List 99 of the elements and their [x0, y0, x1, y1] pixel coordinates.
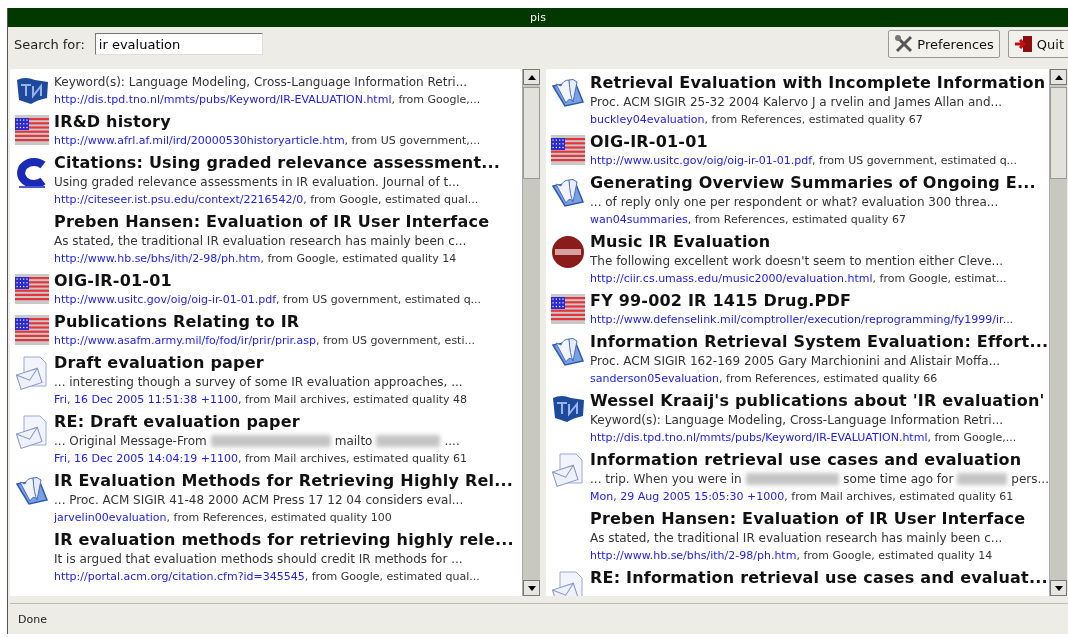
book-icon: [551, 76, 585, 110]
mail-icon: [16, 356, 48, 390]
result-link[interactable]: http://www.defenselink.mil/comptroller/execution/reprogramming/fy1999/ir...: [590, 313, 1014, 326]
result-title[interactable]: IR&D history: [54, 112, 481, 132]
result-snippet: pers...: [1011, 471, 1049, 488]
result-snippet: Keyword(s): Language Modeling, Cross-Language Information Retri...: [590, 412, 1004, 429]
result-source: http://www.afrl.af.mil/ird/20000530historyarticle.htm, from US government,...: [54, 133, 481, 149]
blurred-text: [957, 473, 1008, 485]
result-source: wan04summaries, from References, estimated quality 67: [590, 212, 907, 228]
result-source: http://citeseer.ist.psu.edu/context/2216542/0, from Google, estimated qual...: [54, 192, 480, 208]
scroll-down-icon[interactable]: [1054, 585, 1063, 591]
exit-icon: [1013, 34, 1034, 54]
mail-icon: [552, 571, 584, 596]
flag-icon: [15, 315, 49, 345]
scrollbar-thumb[interactable]: [1050, 87, 1067, 179]
result-title[interactable]: Preben Hansen: Evaluation of IR User Interface: [590, 509, 1026, 529]
flag-icon: [551, 294, 585, 324]
result-link[interactable]: http://www.usitc.gov/oig/oig-ir-01-01.pdf: [54, 293, 277, 306]
result-source: jarvelin00evaluation, from References, estimated quality 100: [54, 510, 393, 526]
result-link[interactable]: http://portal.acm.org/citation.cfm?id=345545: [54, 570, 305, 583]
search-field[interactable]: ir evaluation: [94, 33, 263, 55]
result-source: http://dis.tpd.tno.nl/mmts/pubs/Keyword/IR-EVALUATION.html, from Google,...: [54, 92, 481, 108]
preferences-button[interactable]: Preferences: [888, 30, 1000, 58]
result-link[interactable]: sanderson05evaluation: [590, 372, 719, 385]
quit-button[interactable]: Quit: [1007, 30, 1068, 58]
result-title[interactable]: Wessel Kraaij's publications about 'IR evaluation': [590, 391, 1045, 411]
result-link[interactable]: jarvelin00evaluation: [54, 511, 167, 524]
flag-icon: [551, 135, 585, 165]
result-source: http://www.usitc.gov/oig/oig-ir-01-01.pdf, from US government, estimated q...: [590, 153, 1018, 169]
result-title[interactable]: Draft evaluation paper: [54, 353, 468, 373]
result-link[interactable]: Fri, 16 Dec 2005 14:04:19 +1100: [54, 452, 238, 465]
result-link[interactable]: Fri, 16 Dec 2005 11:51:38 +1100: [54, 393, 238, 406]
result-title[interactable]: Music IR Evaluation: [590, 232, 1007, 252]
scroll-up-icon[interactable]: [527, 74, 536, 80]
result-snippet: ... of reply only one per respondent or what? evaluation 300 threa...: [590, 194, 999, 211]
result-snippet: The following excellent work doesn't seem to mention either Cleve...: [590, 253, 1004, 270]
scroll-up-icon[interactable]: [1054, 74, 1063, 80]
result-source: Fri, 16 Dec 2005 14:04:19 +1100, from Mail archives, estimated quality 61: [54, 451, 468, 467]
result-snippet: It is argued that evaluation methods should credit IR methods for ...: [54, 551, 463, 568]
result-snippet: ... trip. When you were in: [590, 471, 742, 488]
result-snippet: ... Proc. ACM SIGIR 41-48 2000 ACM Press 17 12 04 considers eval...: [54, 492, 464, 509]
result-link[interactable]: http://www.afrl.af.mil/ird/20000530historyarticle.htm: [54, 134, 345, 147]
book-icon: [15, 474, 49, 508]
result-link[interactable]: wan04summaries: [590, 213, 688, 226]
result-title[interactable]: Information Retrieval System Evaluation: Effort...: [590, 332, 1049, 352]
result-link[interactable]: http://ciir.cs.umass.edu/music2000/evaluation.html: [590, 272, 873, 285]
tools-icon: [894, 34, 915, 54]
result-snippet: ....: [444, 433, 460, 450]
result-title[interactable]: Publications Relating to IR: [54, 312, 475, 332]
result-source: Fri, 16 Dec 2005 11:51:38 +1100, from Mail archives, estimated quality 48: [54, 392, 468, 408]
mail-icon: [552, 453, 584, 487]
result-title[interactable]: OIG-IR-01-01: [54, 271, 482, 291]
result-source: http://www.hb.se/bhs/ith/2-98/ph.htm, from Google, estimated quality 14: [54, 251, 458, 267]
result-source: http://portal.acm.org/citation.cfm?id=345545, from Google, estimated qual...: [54, 569, 481, 585]
result-link[interactable]: http://www.usitc.gov/oig/oig-ir-01-01.pdf: [590, 154, 813, 167]
result-snippet: Proc. ACM SIGIR 25-32 2004 Kalervo J a rvelin and James Allan and...: [590, 94, 1003, 111]
result-title[interactable]: Generating Overview Summaries of Ongoing E...: [590, 173, 1036, 193]
result-source: http://www.asafm.army.mil/fo/fod/ir/prir/prir.asp, from US government, esti...: [54, 333, 475, 349]
result-title[interactable]: Retrieval Evaluation with Incomplete Information: [590, 73, 1046, 93]
result-link[interactable]: buckley04evaluation: [590, 113, 705, 126]
result-title[interactable]: RE: Information retrieval use cases and evaluat...: [590, 568, 1048, 588]
result-source: http://www.hb.se/bhs/ith/2-98/ph.htm, from Google, estimated quality 14: [590, 548, 994, 564]
result-title[interactable]: Preben Hansen: Evaluation of IR User Interface: [54, 212, 490, 232]
window-title: pis: [530, 11, 546, 24]
search-label: Search for:: [14, 36, 85, 52]
scrollbar-thumb[interactable]: [523, 87, 540, 179]
result-source: Mon, 29 Aug 2005 15:05:30 +1000, from Mail archives, estimated quality 61: [590, 489, 1015, 505]
result-snippet: mailto: [334, 433, 373, 450]
result-title[interactable]: OIG-IR-01-01: [590, 132, 1018, 152]
result-source: http://dis.tpd.tno.nl/mmts/pubs/Keyword/IR-EVALUATION.html, from Google,...: [590, 430, 1018, 446]
result-source: sanderson05evaluation, from References, estimated quality 66: [590, 371, 939, 387]
result-title[interactable]: Citations: Using graded relevance assessment...: [54, 153, 501, 173]
result-snippet: ... Original Message-From: [54, 433, 207, 450]
result-snippet: some time ago for: [843, 471, 954, 488]
result-snippet: Proc. ACM SIGIR 162-169 2005 Gary Marchionini and Alistair Moffa...: [590, 353, 1001, 370]
result-source: http://www.usitc.gov/oig/oig-ir-01-01.pdf, from US government, estimated q...: [54, 292, 482, 308]
result-source: buckley04evaluation, from References, estimated quality 67: [590, 112, 924, 128]
result-snippet: Keyword(s): Language Modeling, Cross-Language Information Retri...: [54, 74, 468, 91]
result-snippet: As stated, the traditional IR evaluation research has mainly been c...: [590, 530, 1003, 547]
result-title[interactable]: IR evaluation methods for retrieving highly rele...: [54, 530, 514, 550]
mail-icon: [16, 415, 48, 449]
result-link[interactable]: http://www.asafm.army.mil/fo/fod/ir/prir/prir.asp: [54, 334, 316, 347]
scrollbar[interactable]: [522, 69, 540, 596]
result-snippet: Using graded relevance assessments in IR evaluation. Journal of t...: [54, 174, 460, 191]
status-text: Done: [18, 612, 47, 626]
result-title[interactable]: Information retrieval use cases and evaluation: [590, 450, 1049, 470]
scrollbar[interactable]: [1049, 69, 1067, 596]
result-source: http://ciir.cs.umass.edu/music2000/evaluation.html, from Google, estimat...: [590, 271, 1007, 287]
book-icon: [551, 335, 585, 369]
blurred-text: [376, 435, 441, 447]
flag-icon: [15, 115, 49, 145]
result-title[interactable]: RE: Draft evaluation paper: [54, 412, 468, 432]
flag-icon: [15, 274, 49, 304]
result-snippet: ... interesting though a survey of some IR evaluation approaches, ...: [54, 374, 463, 391]
book-icon: [551, 176, 585, 210]
result-title[interactable]: FY 99-002 IR 1415 Drug.PDF: [590, 291, 1014, 311]
scroll-down-icon[interactable]: [527, 585, 536, 591]
result-title[interactable]: IR Evaluation Methods for Retrieving Highly Rel...: [54, 471, 513, 491]
result-snippet: As stated, the traditional IR evaluation research has mainly been c...: [54, 233, 467, 250]
